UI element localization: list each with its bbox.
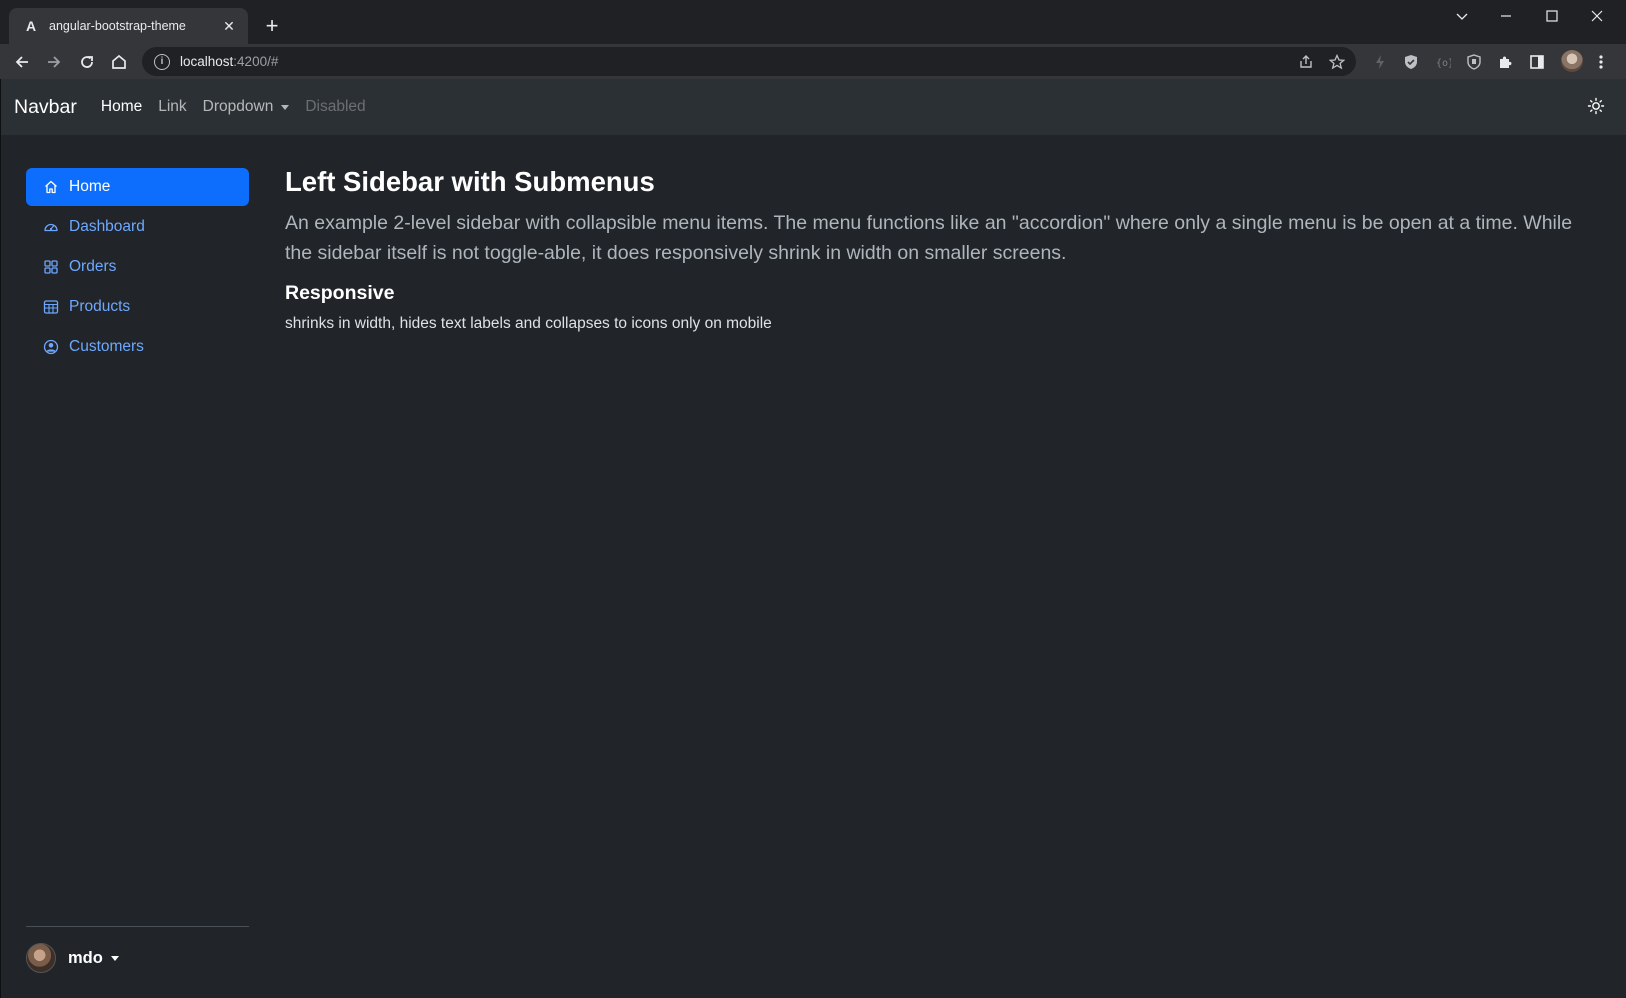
caret-down-icon: [281, 104, 290, 110]
chrome-menu-kebab-icon[interactable]: [1592, 53, 1610, 71]
site-info-icon[interactable]: i: [154, 53, 170, 70]
new-tab-plus-icon[interactable]: +: [260, 13, 284, 38]
side-panel-icon[interactable]: [1528, 53, 1546, 71]
nav-link-disabled: Disabled: [305, 98, 366, 115]
sidebar-item-products[interactable]: Products: [26, 288, 249, 326]
url-text: localhost:4200/#: [180, 54, 279, 69]
sidebar-item-label: Home: [69, 178, 111, 195]
table-icon: [42, 298, 60, 316]
tab-title: angular-bootstrap-theme: [49, 19, 186, 33]
sun-icon[interactable]: [1587, 97, 1607, 117]
tab-search-chevron-icon[interactable]: [1442, 4, 1482, 28]
sidebar-divider: [26, 926, 249, 927]
sidebar-item-label: Orders: [69, 258, 117, 275]
nav-dropdown-toggle[interactable]: Dropdown: [203, 98, 290, 116]
bookmark-star-icon[interactable]: [1327, 52, 1347, 72]
browser-toolbar: i localhost:4200/# {o}: [0, 44, 1626, 79]
back-arrow-icon[interactable]: [8, 48, 36, 76]
top-navbar: Navbar Home Link Dropdown Disabled: [1, 79, 1626, 135]
web-page: Navbar Home Link Dropdown Disabled Home …: [0, 79, 1626, 998]
person-circle-icon: [42, 338, 60, 356]
lightning-extension-icon[interactable]: [1371, 53, 1389, 71]
house-icon: [42, 178, 60, 196]
home-icon[interactable]: [105, 48, 133, 76]
address-bar[interactable]: i localhost:4200/#: [142, 47, 1356, 76]
avatar: [26, 943, 56, 973]
sidebar-item-orders[interactable]: Orders: [26, 248, 249, 286]
user-name: mdo: [68, 948, 103, 967]
sidebar-item-label: Dashboard: [69, 218, 145, 235]
nav-link-home[interactable]: Home: [101, 98, 142, 116]
sidebar-item-home[interactable]: Home: [26, 168, 249, 206]
main-content: Left Sidebar with Submenus An example 2-…: [285, 165, 1595, 333]
tab-close-icon[interactable]: ✕: [220, 17, 238, 35]
profile-avatar[interactable]: [1561, 50, 1583, 72]
minimize-icon[interactable]: [1486, 4, 1526, 28]
forward-arrow-icon[interactable]: [40, 48, 68, 76]
caret-down-icon: [110, 955, 119, 961]
puzzle-extensions-icon[interactable]: [1497, 53, 1515, 71]
shield-extension-icon[interactable]: [1402, 53, 1420, 71]
maximize-icon[interactable]: [1532, 4, 1572, 28]
browser-tab[interactable]: A angular-bootstrap-theme ✕: [9, 8, 248, 44]
sidebar-item-label: Products: [69, 298, 131, 315]
close-window-icon[interactable]: [1577, 4, 1617, 28]
navbar-brand[interactable]: Navbar: [14, 96, 77, 119]
sidebar-item-dashboard[interactable]: Dashboard: [26, 208, 249, 246]
share-icon[interactable]: [1296, 52, 1316, 72]
browser-titlebar: A angular-bootstrap-theme ✕ +: [0, 0, 1626, 44]
svg-text:{o}: {o}: [1436, 58, 1451, 69]
reload-icon[interactable]: [73, 48, 101, 76]
angular-favicon-icon: A: [25, 18, 37, 34]
page-title: Left Sidebar with Submenus: [285, 166, 655, 197]
user-dropdown[interactable]: mdo: [26, 943, 119, 973]
speedometer-icon: [42, 218, 60, 236]
left-sidebar: Home Dashboard Orders Products Customers: [26, 168, 249, 368]
sidebar-item-label: Customers: [69, 338, 144, 355]
ublock-extension-icon[interactable]: [1465, 53, 1483, 71]
sidebar-item-customers[interactable]: Customers: [26, 328, 249, 366]
section-heading: Responsive: [285, 282, 395, 304]
lead-paragraph: An example 2-level sidebar with collapsi…: [285, 212, 1573, 264]
grid-icon: [42, 258, 60, 276]
bracket-extension-icon[interactable]: {o}: [1434, 53, 1452, 71]
section-text: shrinks in width, hides text labels and …: [285, 315, 772, 332]
nav-link-link[interactable]: Link: [158, 98, 186, 116]
